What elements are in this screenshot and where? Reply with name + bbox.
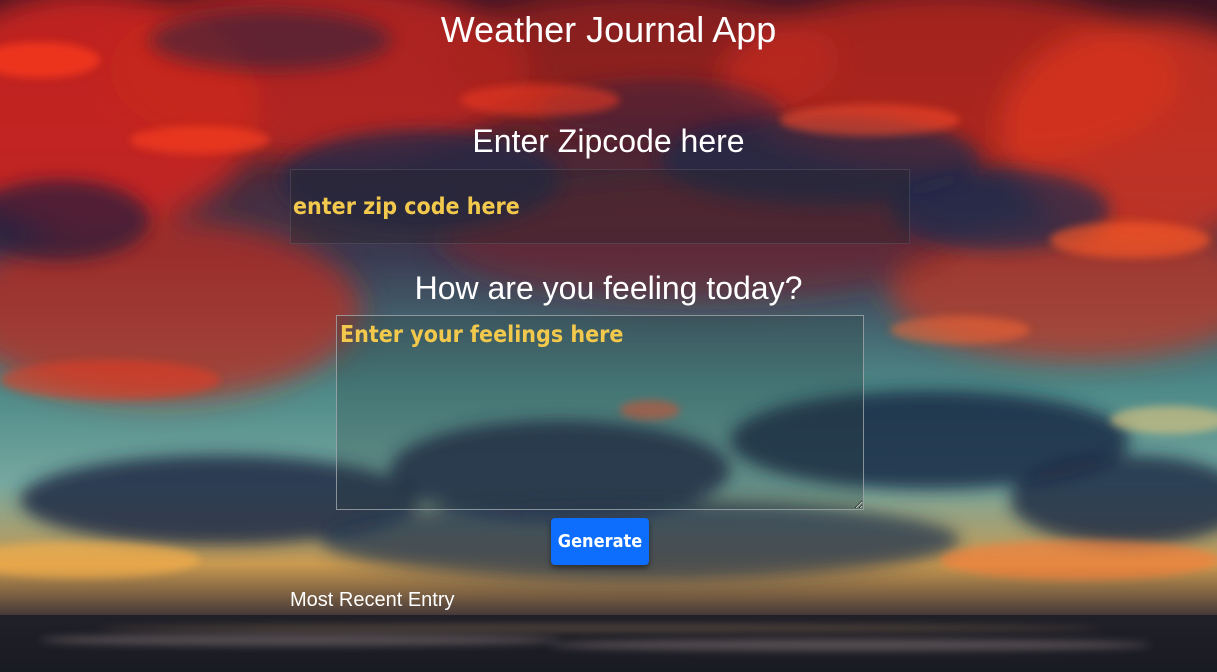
- zip-input[interactable]: [290, 169, 910, 244]
- most-recent-entry-title: Most Recent Entry: [290, 589, 455, 611]
- feelings-label: How are you feeling today?: [414, 270, 803, 306]
- app-title: Weather Journal App: [440, 9, 777, 50]
- generate-button[interactable]: Generate: [551, 518, 649, 565]
- feelings-textarea[interactable]: [336, 315, 864, 510]
- zip-label: Enter Zipcode here: [472, 123, 745, 159]
